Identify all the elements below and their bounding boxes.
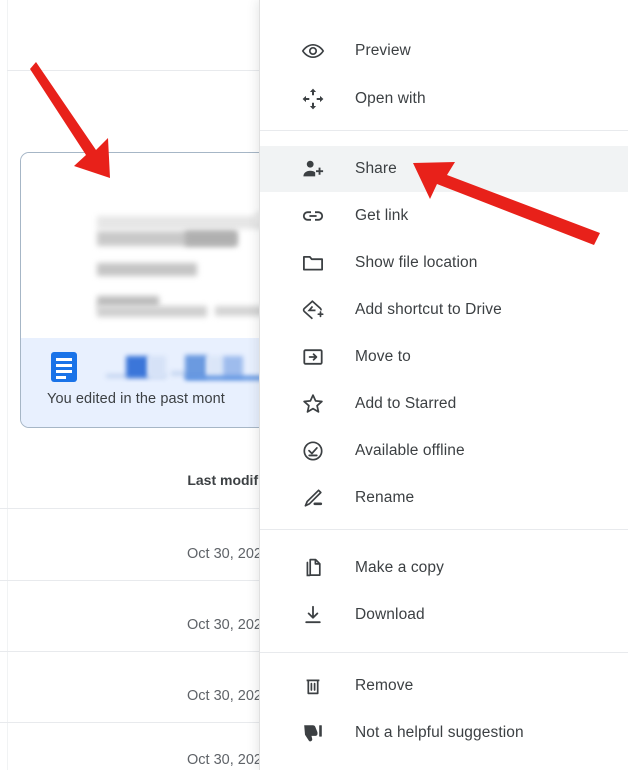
folder-arrow-icon — [301, 345, 325, 369]
menu-item-get-link[interactable]: Get link — [260, 193, 628, 239]
left-edge-strip — [0, 0, 8, 770]
row-divider — [0, 508, 262, 509]
menu-divider — [260, 130, 628, 131]
blurred-file-title — [223, 356, 243, 378]
blurred-text-line — [97, 306, 207, 317]
row-divider — [0, 651, 262, 652]
file-thumbnail — [21, 153, 271, 338]
star-icon — [301, 392, 325, 416]
menu-item-label: Not a helpful suggestion — [355, 724, 524, 741]
menu-item-show-file-location[interactable]: Show file location — [260, 240, 628, 286]
table-row[interactable]: Oct 30, 202 — [0, 688, 262, 704]
blurred-file-title — [185, 355, 207, 378]
blurred-file-title — [126, 356, 148, 378]
eye-icon — [301, 39, 325, 63]
thumb-down-icon — [301, 721, 325, 745]
screenshot-root: You edited in the past mont Last modifi … — [0, 0, 628, 770]
menu-item-label: Move to — [355, 348, 411, 365]
file-card-caption: You edited in the past mont — [47, 391, 225, 407]
menu-item-add-shortcut-to-drive[interactable]: Add shortcut to Drive — [260, 287, 628, 333]
file-suggestion-card[interactable]: You edited in the past mont — [20, 152, 272, 428]
blurred-text-line — [97, 216, 271, 229]
table-row[interactable]: Oct 30, 202 — [0, 752, 262, 768]
person-add-icon — [301, 157, 325, 181]
table-row[interactable]: Oct 30, 202 — [0, 617, 262, 633]
pencil-icon — [301, 486, 325, 510]
blurred-text-line — [185, 231, 237, 246]
trash-icon — [301, 674, 325, 698]
menu-item-label: Remove — [355, 677, 414, 694]
menu-item-label: Add shortcut to Drive — [355, 301, 502, 318]
menu-item-not-a-helpful-suggestion[interactable]: Not a helpful suggestion — [260, 710, 628, 756]
row-divider — [0, 722, 262, 723]
folder-icon — [301, 251, 325, 275]
blurred-file-title — [148, 356, 166, 378]
menu-item-remove[interactable]: Remove — [260, 663, 628, 709]
menu-item-label: Make a copy — [355, 559, 444, 576]
drive-add-icon — [301, 298, 325, 322]
blurred-file-title — [207, 356, 223, 378]
copy-icon — [301, 556, 325, 580]
menu-item-label: Available offline — [355, 442, 465, 459]
menu-item-share[interactable]: Share — [260, 146, 628, 192]
column-header-last-modified[interactable]: Last modifi — [0, 472, 262, 488]
download-icon — [301, 603, 325, 627]
drive-file-list-pane: You edited in the past mont Last modifi … — [0, 0, 272, 770]
menu-divider — [260, 529, 628, 530]
menu-item-label: Open with — [355, 90, 426, 107]
menu-item-label: Share — [355, 160, 397, 177]
file-card-footer: You edited in the past mont — [21, 338, 271, 427]
menu-item-download[interactable]: Download — [260, 592, 628, 638]
link-icon — [301, 204, 325, 228]
row-divider — [0, 580, 262, 581]
thumbnail-document-page — [45, 168, 271, 338]
top-divider — [7, 70, 262, 71]
check-circle-icon — [301, 439, 325, 463]
menu-item-add-to-starred[interactable]: Add to Starred — [260, 381, 628, 427]
move-arrows-icon — [301, 87, 325, 111]
menu-item-label: Show file location — [355, 254, 478, 271]
menu-item-preview[interactable]: Preview — [260, 28, 628, 74]
menu-item-make-a-copy[interactable]: Make a copy — [260, 545, 628, 591]
menu-item-available-offline[interactable]: Available offline — [260, 428, 628, 474]
menu-item-label: Get link — [355, 207, 409, 224]
menu-item-open-with[interactable]: Open with — [260, 76, 628, 122]
menu-item-label: Rename — [355, 489, 415, 506]
menu-item-move-to[interactable]: Move to — [260, 334, 628, 380]
menu-item-label: Download — [355, 606, 425, 623]
blurred-text-line — [215, 306, 265, 316]
context-menu: Preview Open with Share Get link Show fi… — [259, 0, 628, 770]
menu-item-label: Preview — [355, 42, 411, 59]
menu-item-rename[interactable]: Rename — [260, 475, 628, 521]
google-docs-icon — [51, 352, 77, 382]
menu-item-label: Add to Starred — [355, 395, 457, 412]
menu-divider — [260, 652, 628, 653]
table-row[interactable]: Oct 30, 202 — [0, 546, 262, 562]
blurred-text-line — [97, 263, 197, 276]
